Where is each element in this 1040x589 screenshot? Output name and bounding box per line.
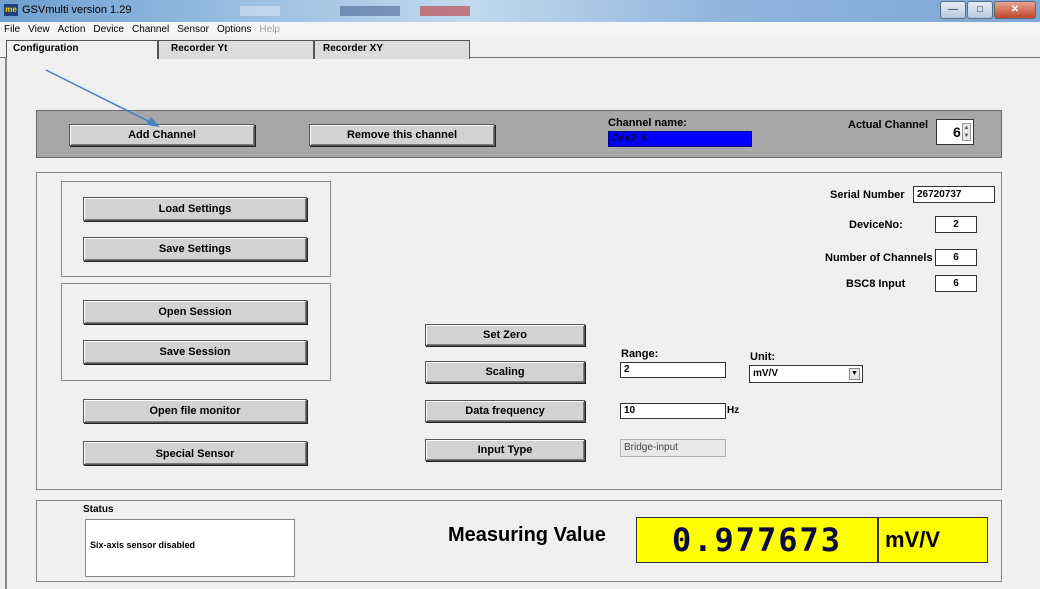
panel-border (5, 58, 7, 589)
bsc8-input-field: 6 (935, 275, 977, 292)
titlebar-decoration (340, 6, 400, 16)
range-input[interactable]: 2 (620, 362, 726, 378)
num-channels-field: 6 (935, 249, 977, 266)
input-type-label: Input Type (477, 444, 533, 456)
close-icon[interactable]: ✕ (994, 1, 1036, 19)
special-sensor-button[interactable]: Special Sensor (83, 441, 307, 465)
save-settings-button[interactable]: Save Settings (83, 237, 307, 261)
load-settings-label: Load Settings (158, 203, 232, 215)
data-frequency-label: Data frequency (465, 405, 545, 417)
save-session-label: Save Session (159, 346, 231, 358)
configuration-panel: Load Settings Save Settings Open Session… (36, 172, 1002, 490)
menu-options[interactable]: Options (213, 22, 255, 37)
titlebar-decoration (420, 6, 470, 16)
bsc8-input-label: BSC8 Input (846, 278, 906, 290)
device-no-field: 2 (935, 216, 977, 233)
tab-configuration[interactable]: Configuration (6, 40, 158, 59)
menu-device[interactable]: Device (89, 22, 128, 37)
open-session-button[interactable]: Open Session (83, 300, 307, 324)
add-channel-label: Add Channel (128, 129, 196, 141)
status-message: Six-axis sensor disabled (90, 540, 196, 550)
channel-bar: Add Channel Remove this channel Channel … (36, 110, 1002, 158)
data-frequency-button[interactable]: Data frequency (425, 400, 585, 422)
actual-channel-spinner[interactable]: 6 ▲ ▼ (936, 119, 974, 145)
maximize-icon[interactable]: □ (967, 1, 993, 19)
add-channel-button[interactable]: Add Channel (69, 124, 255, 146)
tab-recorder-xy[interactable]: Recorder XY (314, 40, 470, 59)
open-file-monitor-label: Open file monitor (149, 405, 241, 417)
frequency-input[interactable]: 10 (620, 403, 726, 419)
load-settings-button[interactable]: Load Settings (83, 197, 307, 221)
frequency-unit-label: Hz (727, 405, 740, 416)
serial-number-field: 26720737 (913, 186, 995, 203)
window-title: GSVmulti version 1.29 (22, 4, 132, 16)
menu-help: Help (259, 24, 280, 35)
unit-select[interactable]: mV/V ▼ (749, 365, 863, 383)
open-session-label: Open Session (158, 306, 232, 318)
open-file-monitor-button[interactable]: Open file monitor (83, 399, 307, 423)
unit-select-value: mV/V (753, 368, 779, 379)
app-logo-icon: me (4, 4, 18, 16)
device-no-label: DeviceNo: (849, 219, 903, 231)
spinner-arrows-icon[interactable]: ▲ ▼ (962, 123, 971, 141)
chevron-down-icon[interactable]: ▼ (849, 368, 860, 380)
menu-channel[interactable]: Channel (128, 22, 173, 37)
set-zero-label: Set Zero (482, 329, 527, 341)
range-label: Range: (621, 348, 659, 360)
special-sensor-label: Special Sensor (155, 448, 235, 460)
menu-action[interactable]: Action (54, 22, 90, 37)
menu-file[interactable]: File (0, 22, 24, 37)
title-bar: me GSVmulti version 1.29 — □ ✕ (0, 0, 1040, 22)
input-type-button[interactable]: Input Type (425, 439, 585, 461)
status-label: Status (83, 504, 114, 515)
menu-sensor[interactable]: Sensor (173, 22, 213, 37)
measuring-value-display: 0.977673 (636, 517, 878, 563)
save-session-button[interactable]: Save Session (83, 340, 307, 364)
save-settings-label: Save Settings (158, 243, 232, 255)
num-channels-label: Number of Channels (825, 252, 933, 264)
minimize-icon[interactable]: — (940, 1, 966, 19)
menu-view[interactable]: View (24, 22, 54, 37)
remove-channel-label: Remove this channel (346, 129, 458, 141)
tab-recorder-yt[interactable]: Recorder Yt (158, 40, 314, 59)
unit-label: Unit: (750, 351, 776, 363)
menu-bar: File View Action Device Channel Sensor O… (0, 22, 1040, 37)
status-box: Six-axis sensor disabled (85, 519, 295, 577)
channel-name-field[interactable]: Dev2_6 (608, 131, 752, 147)
remove-channel-button[interactable]: Remove this channel (309, 124, 495, 146)
session-group (61, 283, 331, 381)
measuring-value-label: Measuring Value (448, 524, 606, 546)
titlebar-decoration (240, 6, 280, 16)
serial-number-label: Serial Number (830, 189, 905, 201)
actual-channel-value: 6 (953, 124, 961, 140)
scaling-button[interactable]: Scaling (425, 361, 585, 383)
channel-name-label: Channel name: (608, 117, 687, 129)
actual-channel-label: Actual Channel (848, 119, 929, 131)
settings-group (61, 181, 331, 277)
set-zero-button[interactable]: Set Zero (425, 324, 585, 346)
tab-strip: Configuration Recorder Yt Recorder XY (0, 40, 1040, 59)
input-type-field: Bridge-input (620, 439, 726, 457)
measuring-unit-display: mV/V (878, 517, 988, 563)
scaling-label: Scaling (485, 366, 525, 378)
